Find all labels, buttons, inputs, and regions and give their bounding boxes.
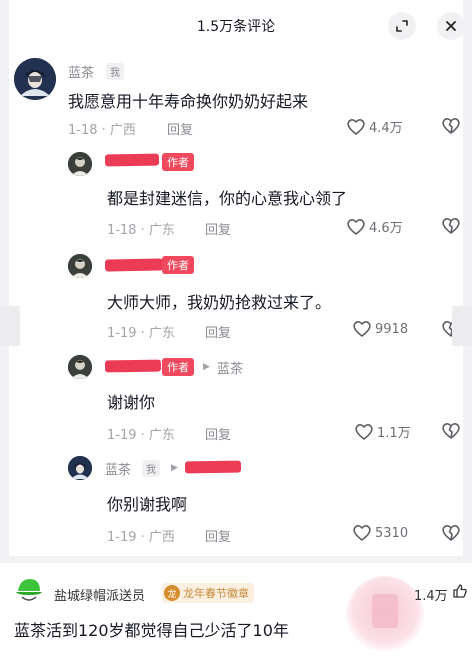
comment-meta: 1-18 · 广西 xyxy=(68,123,136,138)
avatar-image xyxy=(68,152,92,176)
reply-button[interactable]: 回复 xyxy=(205,219,231,238)
avatar[interactable] xyxy=(68,355,92,379)
comment-meta: 1-19 · 广东 xyxy=(107,428,175,443)
dragon-icon: 龙 xyxy=(164,585,180,601)
green-hat-avatar-image xyxy=(14,575,44,605)
like-count: 4.6万 xyxy=(369,221,403,236)
author-tag: 作者 xyxy=(162,358,194,376)
right-edge-handle xyxy=(452,306,472,346)
author-tag: 作者 xyxy=(162,256,194,274)
avatar-image xyxy=(68,254,92,278)
comment-location: 广西 xyxy=(109,123,136,138)
avatar[interactable] xyxy=(14,58,56,100)
thumbs-up-icon[interactable] xyxy=(452,583,468,603)
comment-meta: 1-18 · 广东 xyxy=(107,223,175,238)
like-button[interactable]: 5310 xyxy=(352,524,408,542)
comment-username[interactable]: 盐城绿帽派送员 xyxy=(54,585,145,604)
close-button[interactable] xyxy=(437,12,465,40)
dislike-button[interactable] xyxy=(441,422,461,444)
redacted-username xyxy=(104,153,160,167)
redacted-reply-target xyxy=(184,460,242,474)
broken-heart-icon xyxy=(442,423,460,439)
like-button[interactable]: 4.6万 xyxy=(346,217,403,236)
heart-icon xyxy=(347,118,365,135)
expand-button[interactable] xyxy=(388,12,416,40)
like-count: 1.1万 xyxy=(377,426,411,441)
avatar[interactable] xyxy=(68,254,92,278)
comment-date: 1-19 xyxy=(107,530,137,545)
dislike-button[interactable] xyxy=(441,524,461,546)
avatar-image xyxy=(14,58,56,100)
like-count: 4.4万 xyxy=(369,121,403,136)
like-count: 1.4万 xyxy=(414,589,448,604)
festival-badge[interactable]: 龙 龙年春节徽章 xyxy=(162,583,254,603)
dislike-button[interactable] xyxy=(441,217,461,239)
like-button[interactable]: 1.1万 xyxy=(354,422,411,441)
left-edge-handle xyxy=(0,306,20,346)
comment-date: 1-18 xyxy=(107,223,137,238)
reply-arrow-icon: ▶ xyxy=(171,463,178,473)
heart-icon xyxy=(347,218,365,235)
sticker-image xyxy=(346,576,424,654)
comments-panel: 1.5万条评论 蓝茶 我 我愿意用十年寿命换你奶奶好起来 1-18 · 广西 回… xyxy=(9,0,465,556)
comment-location: 广西 xyxy=(148,530,175,545)
broken-heart-icon xyxy=(442,525,460,541)
comment-location: 广东 xyxy=(148,428,175,443)
comment-text: 大师大师，我奶奶抢救过来了。 xyxy=(107,293,332,312)
self-tag: 我 xyxy=(142,460,160,477)
broken-heart-icon xyxy=(442,118,460,134)
like-count: 9918 xyxy=(375,321,409,337)
reply-button[interactable]: 回复 xyxy=(205,322,231,341)
broken-heart-icon xyxy=(442,218,460,234)
comment-text: 你别谢我啊 xyxy=(107,495,188,514)
heart-icon xyxy=(353,321,371,337)
self-tag: 我 xyxy=(106,63,124,80)
dislike-button[interactable] xyxy=(441,117,461,139)
like-button[interactable]: 4.4万 xyxy=(346,117,403,136)
comment-meta: 1-19 · 广东 xyxy=(107,326,175,341)
comment-date: 1-18 xyxy=(68,123,98,138)
comment-location: 广东 xyxy=(148,223,175,238)
heart-icon xyxy=(353,525,371,541)
comment-text: 我愿意用十年寿命换你奶奶好起来 xyxy=(68,92,309,111)
comment-username[interactable]: 蓝茶 xyxy=(68,62,94,81)
reply-button[interactable]: 回复 xyxy=(167,119,193,138)
redacted-username xyxy=(104,258,164,272)
comment-text: 谢谢你 xyxy=(107,393,156,412)
avatar-image xyxy=(68,456,92,480)
like-count: 5310 xyxy=(375,525,409,541)
avatar[interactable] xyxy=(68,456,92,480)
comment-location: 广东 xyxy=(148,326,175,341)
bottom-comment: 盐城绿帽派送员 龙 龙年春节徽章 蓝茶活到120岁都觉得自己少活了10年 1.4… xyxy=(0,563,472,661)
avatar[interactable] xyxy=(68,152,92,176)
author-tag: 作者 xyxy=(162,153,194,171)
comment-text: 蓝茶活到120岁都觉得自己少活了10年 xyxy=(14,621,289,640)
avatar[interactable] xyxy=(14,575,44,605)
expand-icon xyxy=(396,20,408,32)
reply-target-username[interactable]: 蓝茶 xyxy=(217,358,243,377)
comment-text: 都是封建迷信，你的心意我心领了 xyxy=(107,189,348,208)
close-icon xyxy=(446,21,456,31)
reply-button[interactable]: 回复 xyxy=(205,526,231,545)
reply-arrow-icon: ▶ xyxy=(203,362,210,372)
badge-label: 龙年春节徽章 xyxy=(183,587,249,600)
like-button[interactable]: 9918 xyxy=(352,320,408,338)
comment-meta: 1-19 · 广西 xyxy=(107,530,175,545)
comments-header: 1.5万条评论 xyxy=(9,0,465,52)
avatar-image xyxy=(68,355,92,379)
comment-date: 1-19 xyxy=(107,428,137,443)
reply-button[interactable]: 回复 xyxy=(205,424,231,443)
comment-date: 1-19 xyxy=(107,326,137,341)
redacted-username xyxy=(104,359,162,373)
heart-icon xyxy=(355,423,373,440)
comment-username[interactable]: 蓝茶 xyxy=(105,459,131,478)
